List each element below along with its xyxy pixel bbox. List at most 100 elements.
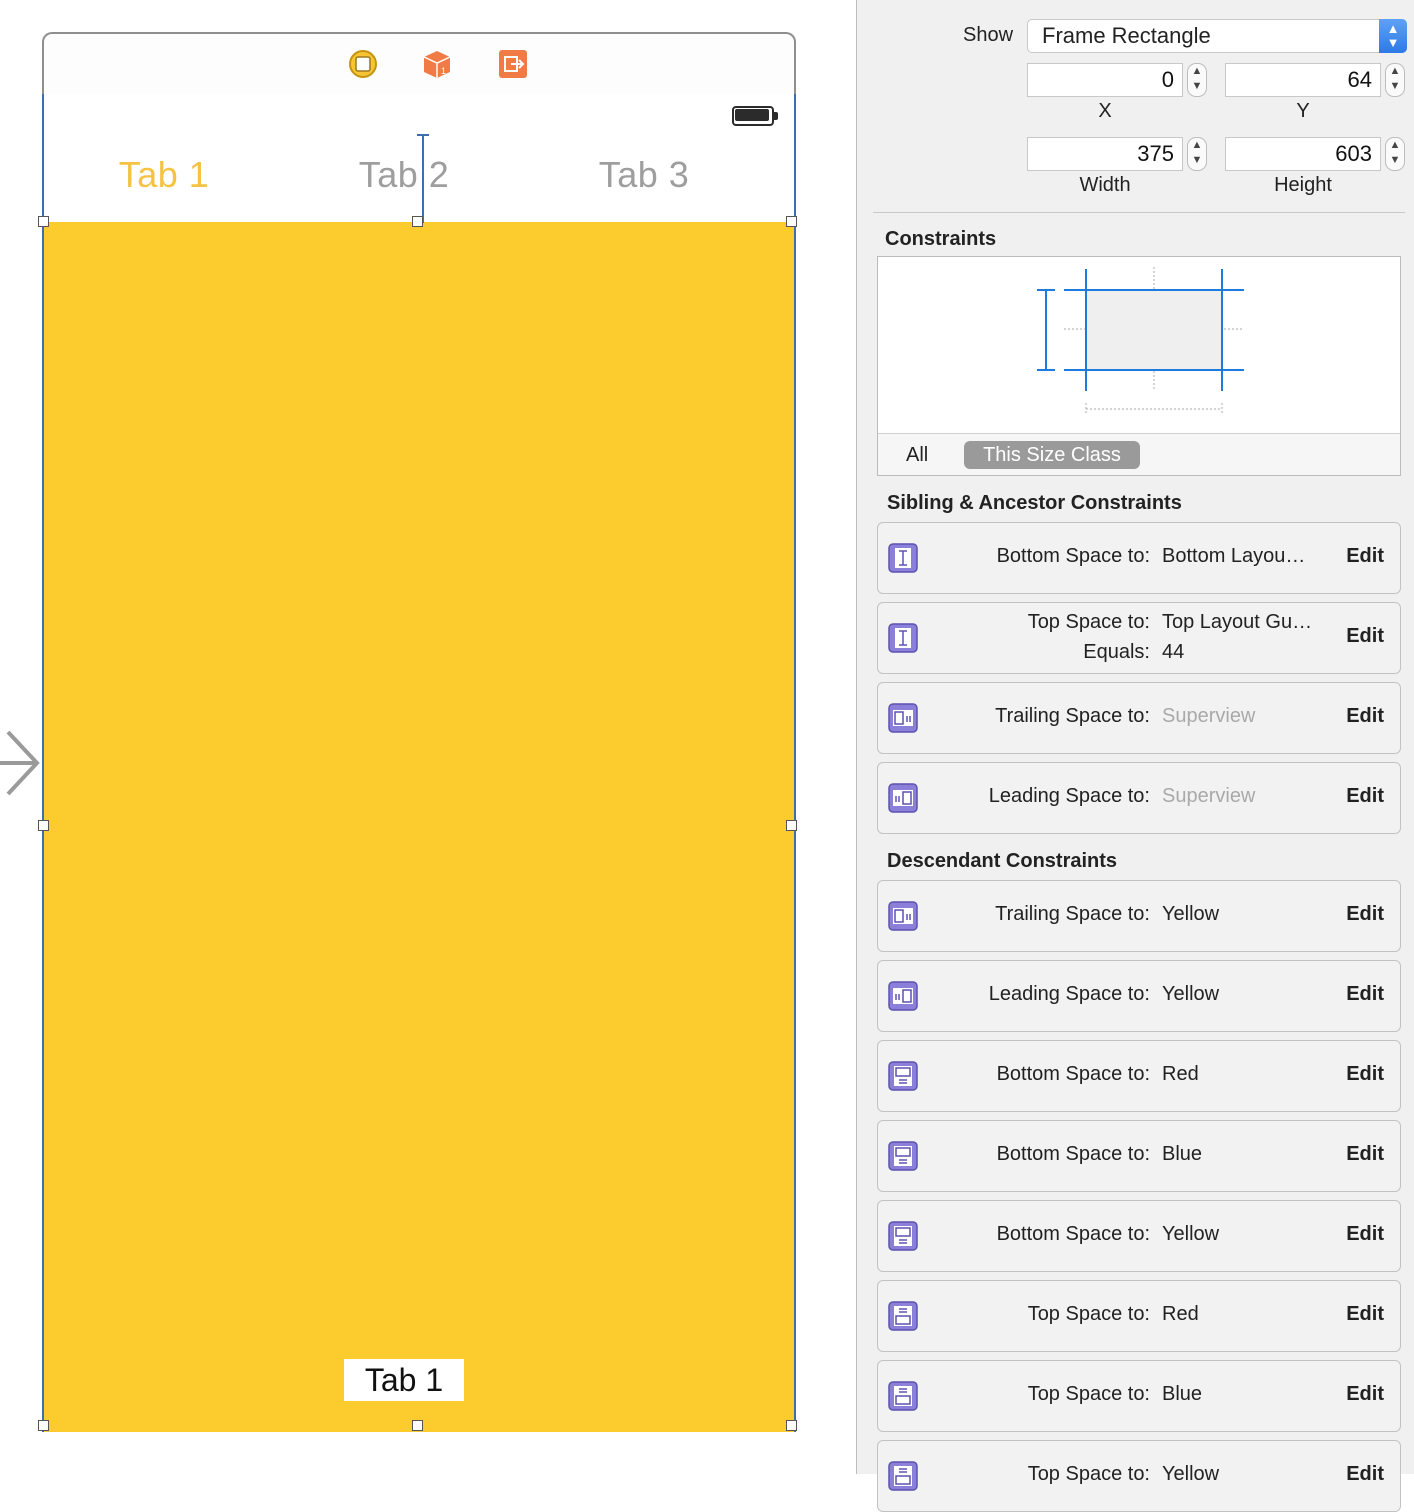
edit-constraint-button[interactable]: Edit — [1346, 983, 1384, 1006]
constraint-target: Superview — [1162, 785, 1256, 807]
size-class-all-button[interactable]: All — [906, 444, 928, 467]
y-caption: Y — [1296, 100, 1310, 122]
resize-handle-top-right[interactable] — [786, 216, 797, 227]
bottom-space-icon — [888, 1141, 918, 1171]
constraint-equals-label: Equals: — [1083, 641, 1150, 663]
constraint-target: Yellow — [1162, 983, 1220, 1005]
size-class-this-button[interactable]: This Size Class — [964, 441, 1140, 469]
show-popup-button[interactable]: Frame Rectangle ▲ ▼ — [1027, 19, 1407, 53]
constraint-row[interactable]: Top Space to: Red Edit — [877, 1280, 1401, 1352]
resize-handle-top-center[interactable] — [412, 216, 423, 227]
resize-handle-bottom-left[interactable] — [38, 1420, 49, 1431]
constraint-label: Leading Space to: — [988, 785, 1150, 807]
height-caption: Height — [1274, 174, 1332, 196]
constraint-label: Top Space to: — [1027, 1383, 1150, 1405]
edit-constraint-button[interactable]: Edit — [1346, 545, 1384, 568]
edit-constraint-button[interactable]: Edit — [1346, 625, 1384, 648]
show-label: Show — [963, 24, 1014, 46]
constraint-label: Top Space to: — [1027, 611, 1150, 633]
constraint-label: Trailing Space to: — [995, 705, 1150, 727]
constraint-target: Superview — [1162, 705, 1256, 727]
constraint-label: Top Space to: — [1027, 1303, 1150, 1325]
x-field[interactable]: 0 — [1027, 63, 1183, 97]
constraint-row[interactable]: Leading Space to: Yellow Edit — [877, 960, 1401, 1032]
vertical-space-icon — [888, 623, 918, 653]
section-divider — [873, 212, 1405, 213]
device-frame: Tab 1 Tab 2 Tab 3 Tab 1 — [38, 94, 797, 1432]
constraint-target: Yellow — [1162, 1223, 1220, 1245]
battery-icon — [732, 106, 778, 126]
constraint-target: Blue — [1162, 1383, 1203, 1405]
constraint-target: Yellow — [1162, 1463, 1220, 1485]
constraint-row[interactable]: Top Space to: Top Layout Gu… Equals: 44 Edit — [877, 602, 1401, 674]
resize-handle-top-left[interactable] — [38, 216, 49, 227]
show-popup-value: Frame Rectangle — [1042, 23, 1211, 48]
constraint-target: Bottom Layou… — [1162, 545, 1306, 567]
content-label[interactable]: Tab 1 — [344, 1359, 464, 1401]
scene-view-controller[interactable]: 1 Tab 1 Tab 2 Tab 3 Tab 1 — [38, 32, 797, 1432]
constraint-row[interactable]: Trailing Space to: Superview Edit — [877, 682, 1401, 754]
constraint-row[interactable]: Leading Space to: Superview Edit — [877, 762, 1401, 834]
y-field[interactable]: 64 — [1225, 63, 1381, 97]
constraint-target: Red — [1162, 1063, 1199, 1085]
view-controller-icon[interactable] — [348, 49, 378, 79]
constraint-target: Red — [1162, 1303, 1199, 1325]
edit-constraint-button[interactable]: Edit — [1346, 785, 1384, 808]
constraint-target: Top Layout Gu… — [1162, 611, 1313, 633]
top-space-icon — [888, 1461, 918, 1491]
constraint-label: Top Space to: — [1027, 1463, 1150, 1485]
x-stepper[interactable]: ▲ ▼ — [1187, 63, 1207, 97]
width-field[interactable]: 375 — [1027, 137, 1183, 171]
resize-handle-right[interactable] — [786, 820, 797, 831]
descendant-constraints-heading: Descendant Constraints — [887, 850, 1118, 872]
constraint-row[interactable]: Bottom Space to: Yellow Edit — [877, 1200, 1401, 1272]
height-stepper[interactable]: ▲ ▼ — [1385, 137, 1405, 171]
constraint-row[interactable]: Trailing Space to: Yellow Edit — [877, 880, 1401, 952]
edit-constraint-button[interactable]: Edit — [1346, 1223, 1384, 1246]
constraint-row[interactable]: Top Space to: Blue Edit — [877, 1360, 1401, 1432]
constraint-row[interactable]: Bottom Space to: Blue Edit — [877, 1120, 1401, 1192]
tab-1[interactable]: Tab 1 — [44, 154, 284, 196]
height-field[interactable]: 603 — [1225, 137, 1381, 171]
x-caption: X — [1098, 100, 1112, 122]
edit-constraint-button[interactable]: Edit — [1346, 705, 1384, 728]
constraint-row[interactable]: Top Space to: Yellow Edit — [877, 1440, 1401, 1512]
edit-constraint-button[interactable]: Edit — [1346, 1063, 1384, 1086]
resize-handle-bottom-right[interactable] — [786, 1420, 797, 1431]
vertical-space-icon — [888, 543, 918, 573]
constraint-label: Bottom Space to: — [996, 1143, 1150, 1165]
top-constraint-indicator-icon[interactable] — [416, 134, 430, 224]
storyboard-canvas[interactable]: 1 Tab 1 Tab 2 Tab 3 Tab 1 — [0, 0, 856, 1474]
exit-icon[interactable] — [498, 49, 528, 79]
edit-constraint-button[interactable]: Edit — [1346, 1303, 1384, 1326]
constraint-row[interactable]: Bottom Space to: Bottom Layou… Edit — [877, 522, 1401, 594]
edit-constraint-button[interactable]: Edit — [1346, 1143, 1384, 1166]
constraints-panel: All This Size Class — [877, 256, 1401, 476]
bottom-space-icon — [888, 1221, 918, 1251]
y-stepper[interactable]: ▲ ▼ — [1385, 63, 1405, 97]
first-responder-icon[interactable]: 1 — [422, 49, 452, 79]
edit-constraint-button[interactable]: Edit — [1346, 1383, 1384, 1406]
constraint-label: Bottom Space to: — [996, 545, 1150, 567]
constraint-row[interactable]: Bottom Space to: Red Edit — [877, 1040, 1401, 1112]
trailing-space-icon — [888, 901, 918, 931]
width-caption: Width — [1079, 174, 1131, 196]
leading-space-icon — [888, 981, 918, 1011]
tab-3[interactable]: Tab 3 — [524, 154, 764, 196]
initial-view-controller-arrow-icon[interactable] — [0, 728, 42, 798]
constraint-label: Bottom Space to: — [996, 1063, 1150, 1085]
width-stepper[interactable]: ▲ ▼ — [1187, 137, 1207, 171]
edit-constraint-button[interactable]: Edit — [1346, 1463, 1384, 1486]
leading-space-icon — [888, 783, 918, 813]
sibling-constraints-heading: Sibling & Ancestor Constraints — [887, 492, 1182, 514]
resize-handle-bottom-center[interactable] — [412, 1420, 423, 1431]
trailing-space-icon — [888, 703, 918, 733]
constraint-target: Blue — [1162, 1143, 1203, 1165]
tab-2[interactable]: Tab 2 — [284, 154, 524, 196]
edit-constraint-button[interactable]: Edit — [1346, 903, 1384, 926]
constraint-equals-value: 44 — [1162, 641, 1185, 663]
yellow-content-view[interactable]: Tab 1 — [44, 222, 794, 1432]
constraint-label: Leading Space to: — [988, 983, 1150, 1005]
constraint-label: Trailing Space to: — [995, 903, 1150, 925]
resize-handle-left[interactable] — [38, 820, 49, 831]
